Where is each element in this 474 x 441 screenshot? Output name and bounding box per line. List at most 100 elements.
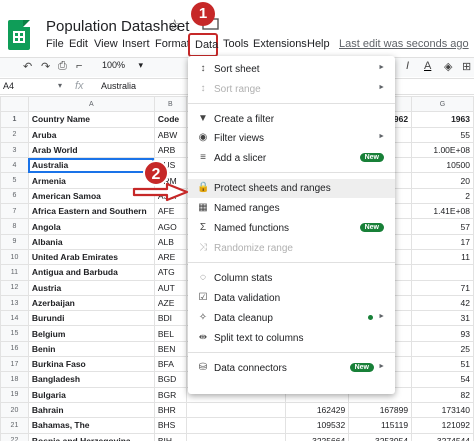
italic-icon[interactable]: I xyxy=(406,60,409,72)
value-cell[interactable]: 109532 xyxy=(285,417,350,434)
borders-icon[interactable]: ⊞ xyxy=(462,60,471,73)
table-row[interactable]: 20 Bahrain BHR 162429 167899 173140 xyxy=(0,401,474,419)
hidden-cell[interactable] xyxy=(185,401,287,419)
country-name-cell[interactable]: Bosnia and Herzegovina xyxy=(27,432,155,441)
country-code-cell[interactable]: BHR xyxy=(153,401,187,419)
row-number[interactable]: 19 xyxy=(0,386,29,403)
menu-item-named-functions[interactable]: Σ Named functions New xyxy=(188,219,395,238)
row-number[interactable]: 20 xyxy=(0,401,29,419)
row-number[interactable]: 17 xyxy=(0,356,29,373)
row-number[interactable]: 6 xyxy=(0,187,29,205)
menu-item-create-filter[interactable]: ▼ Create a filter xyxy=(188,110,395,129)
country-code-cell[interactable]: BFA xyxy=(153,356,187,373)
country-name-cell[interactable]: Africa Eastern and Southern xyxy=(27,203,155,220)
value-cell[interactable]: 51 xyxy=(411,356,474,373)
country-name-cell[interactable]: Bahrain xyxy=(27,401,155,419)
table-row[interactable]: 21 Bahamas, The BHS 109532 115119 121092 xyxy=(0,417,474,434)
value-cell[interactable]: 3253954 xyxy=(348,432,413,441)
menu-view[interactable]: View xyxy=(94,38,118,50)
value-cell[interactable]: 11 xyxy=(411,248,474,266)
row-number[interactable]: 5 xyxy=(0,172,29,189)
value-cell[interactable]: 1963 xyxy=(411,111,474,128)
formula-input[interactable]: Australia xyxy=(101,81,136,91)
select-all-corner[interactable] xyxy=(0,96,29,113)
value-cell[interactable]: 1.41E+08 xyxy=(411,203,474,220)
country-code-cell[interactable]: ALB xyxy=(153,233,187,250)
row-number[interactable]: 4 xyxy=(0,157,29,174)
value-cell[interactable]: 71 xyxy=(411,279,474,296)
row-number[interactable]: 8 xyxy=(0,218,29,235)
country-code-cell[interactable]: ATG xyxy=(153,264,187,281)
menu-file[interactable]: File xyxy=(46,38,64,50)
country-name-cell[interactable]: Austria xyxy=(27,279,155,296)
country-name-cell[interactable]: Azerbaijan xyxy=(27,294,155,312)
text-color-icon[interactable]: A xyxy=(424,60,431,72)
country-name-cell[interactable]: Country Name xyxy=(27,111,155,128)
last-edit-link[interactable]: Last edit was seconds ago xyxy=(339,38,469,50)
value-cell[interactable]: 173140 xyxy=(411,401,474,419)
country-code-cell[interactable]: BEL xyxy=(153,325,187,342)
menu-data[interactable]: Data xyxy=(188,33,218,57)
menu-item-split-text[interactable]: ⇹ Split text to columns xyxy=(188,329,395,348)
row-number[interactable]: 9 xyxy=(0,233,29,250)
country-name-cell[interactable]: Australia xyxy=(27,157,155,174)
row-number[interactable]: 16 xyxy=(0,340,29,358)
country-code-cell[interactable]: Code xyxy=(153,111,187,128)
row-number[interactable]: 7 xyxy=(0,203,29,220)
country-code-cell[interactable]: AZE xyxy=(153,294,187,312)
country-code-cell[interactable]: BGD xyxy=(153,371,187,388)
value-cell[interactable]: 25 xyxy=(411,340,474,358)
sheets-logo-icon[interactable] xyxy=(8,20,30,50)
menu-help[interactable]: Help xyxy=(307,38,330,50)
menu-item-add-slicer[interactable]: ≡ Add a slicer New xyxy=(188,149,395,168)
value-cell[interactable]: 55 xyxy=(411,126,474,143)
country-code-cell[interactable]: AGO xyxy=(153,218,187,235)
value-cell[interactable]: 57 xyxy=(411,218,474,235)
undo-icon[interactable]: ↶ xyxy=(23,60,32,73)
country-name-cell[interactable]: Bulgaria xyxy=(27,386,155,403)
country-code-cell[interactable]: BEN xyxy=(153,340,187,358)
menu-format[interactable]: Format xyxy=(155,38,190,50)
row-number[interactable]: 3 xyxy=(0,141,29,159)
menu-insert[interactable]: Insert xyxy=(122,38,150,50)
fill-color-icon[interactable]: ◈ xyxy=(444,60,452,73)
row-number[interactable]: 21 xyxy=(0,417,29,434)
value-cell[interactable]: 1.00E+08 xyxy=(411,141,474,159)
value-cell[interactable]: 115119 xyxy=(348,417,413,434)
hidden-cell[interactable] xyxy=(185,432,287,441)
star-icon[interactable]: ☆ xyxy=(168,16,181,34)
row-number[interactable]: 15 xyxy=(0,325,29,342)
country-name-cell[interactable]: Burundi xyxy=(27,310,155,327)
row-number[interactable]: 12 xyxy=(0,279,29,296)
name-box[interactable]: A4 xyxy=(3,81,14,91)
column-header-a[interactable]: A xyxy=(27,96,155,113)
value-cell[interactable]: 42 xyxy=(411,294,474,312)
country-name-cell[interactable]: Bahamas, The xyxy=(27,417,155,434)
country-name-cell[interactable]: Aruba xyxy=(27,126,155,143)
menu-item-sort-sheet[interactable]: ↕ Sort sheet ► xyxy=(188,60,395,79)
menu-item-data-cleanup[interactable]: ✧ Data cleanup ► xyxy=(188,309,395,328)
menu-item-data-validation[interactable]: ☑ Data validation xyxy=(188,289,395,308)
print-icon[interactable]: ⎙ xyxy=(58,60,67,73)
country-name-cell[interactable]: Belgium xyxy=(27,325,155,342)
country-name-cell[interactable]: Antigua and Barbuda xyxy=(27,264,155,281)
paint-format-icon[interactable]: ⌐ xyxy=(76,60,82,72)
country-code-cell[interactable]: BGR xyxy=(153,386,187,403)
country-code-cell[interactable]: AFE xyxy=(153,203,187,220)
value-cell[interactable]: 17 xyxy=(411,233,474,250)
value-cell[interactable]: 82 xyxy=(411,386,474,403)
country-code-cell[interactable]: BIH xyxy=(153,432,187,441)
value-cell[interactable]: 162429 xyxy=(285,401,350,419)
country-code-cell[interactable]: ABW xyxy=(153,126,187,143)
menu-item-filter-views[interactable]: ◉ Filter views ► xyxy=(188,129,395,148)
column-header-g[interactable]: G xyxy=(411,96,474,113)
menu-item-column-stats[interactable]: ◌ Column stats xyxy=(188,269,395,288)
country-name-cell[interactable]: Benin xyxy=(27,340,155,358)
chevron-down-icon[interactable]: ▾ xyxy=(58,81,62,90)
country-name-cell[interactable]: Albania xyxy=(27,233,155,250)
country-code-cell[interactable]: BDI xyxy=(153,310,187,327)
value-cell[interactable]: 20 xyxy=(411,172,474,189)
menu-tools[interactable]: Tools xyxy=(223,38,249,50)
country-code-cell[interactable]: AUT xyxy=(153,279,187,296)
menu-item-data-connectors[interactable]: ⛁ Data connectors New ► xyxy=(188,359,395,378)
